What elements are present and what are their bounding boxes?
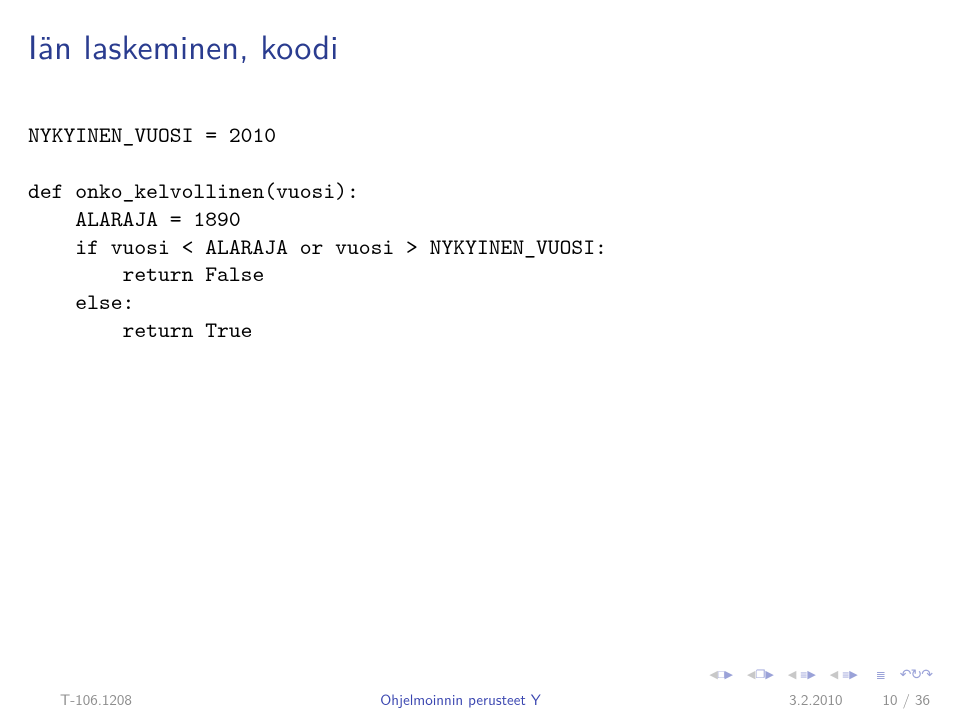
tri-right-icon: ▶ xyxy=(725,669,733,680)
redo-icon: ↷ xyxy=(921,664,932,684)
nav-sect-next[interactable]: ◀ ≡ ▶ xyxy=(830,665,858,683)
footer-right: 3.2.2010 10 / 36 xyxy=(789,688,930,710)
undo-icon: ↶ xyxy=(900,664,911,684)
tri-left-icon: ◀ xyxy=(788,669,796,680)
nav-first-group[interactable]: ◀ □ ▶ xyxy=(709,669,733,680)
end-icon[interactable]: ≣ xyxy=(876,665,886,683)
code-line: ALARAJA = 1890 xyxy=(28,204,241,234)
nav-sect-prev[interactable]: ◀ ≡ ▶ xyxy=(788,665,816,683)
code-line: return False xyxy=(28,259,264,289)
layers-icon: ❐ xyxy=(755,669,765,680)
code-block: NYKYINEN_VUOSI = 2010 def onko_kelvollin… xyxy=(28,122,607,345)
nav-frames-group[interactable]: ◀ ❐ ▶ xyxy=(747,669,774,680)
slide-title: Iän laskeminen, koodi xyxy=(28,20,339,70)
slide: Iän laskeminen, koodi NYKYINEN_VUOSI = 2… xyxy=(0,0,960,720)
footer-date: 3.2.2010 xyxy=(789,688,842,710)
footer: T-106.1208 Ohjelmoinnin perusteet Y 3.2.… xyxy=(0,688,960,710)
tri-left-icon: ◀ xyxy=(747,669,755,680)
tri-right-icon: ▶ xyxy=(849,669,857,680)
code-line: if vuosi < ALARAJA or vuosi > NYKYINEN_V… xyxy=(28,232,607,262)
tri-left-icon: ◀ xyxy=(830,669,838,680)
box-icon: □ xyxy=(718,669,725,680)
nav-bar: ◀ □ ▶ ◀ ❐ ▶ ◀ ≡ ▶ ◀ ≡ ▶ ≣ ↶↻↷ xyxy=(709,664,932,684)
code-line: return True xyxy=(28,315,252,345)
code-line: else: xyxy=(28,287,134,317)
lines-icon: ≡ xyxy=(842,665,849,683)
footer-left: T-106.1208 xyxy=(60,688,132,710)
code-line: def onko_kelvollinen(vuosi): xyxy=(28,176,359,206)
tri-left-icon: ◀ xyxy=(709,669,717,680)
tri-right-icon: ▶ xyxy=(765,669,773,680)
loop-icons[interactable]: ↶↻↷ xyxy=(900,664,932,684)
tri-right-icon: ▶ xyxy=(807,669,815,680)
footer-page: 10 / 36 xyxy=(883,688,931,710)
code-line: NYKYINEN_VUOSI = 2010 xyxy=(28,120,276,150)
loop-icon: ↻ xyxy=(911,664,922,684)
footer-center: Ohjelmoinnin perusteet Y xyxy=(380,688,541,710)
lines-icon: ≡ xyxy=(800,665,807,683)
